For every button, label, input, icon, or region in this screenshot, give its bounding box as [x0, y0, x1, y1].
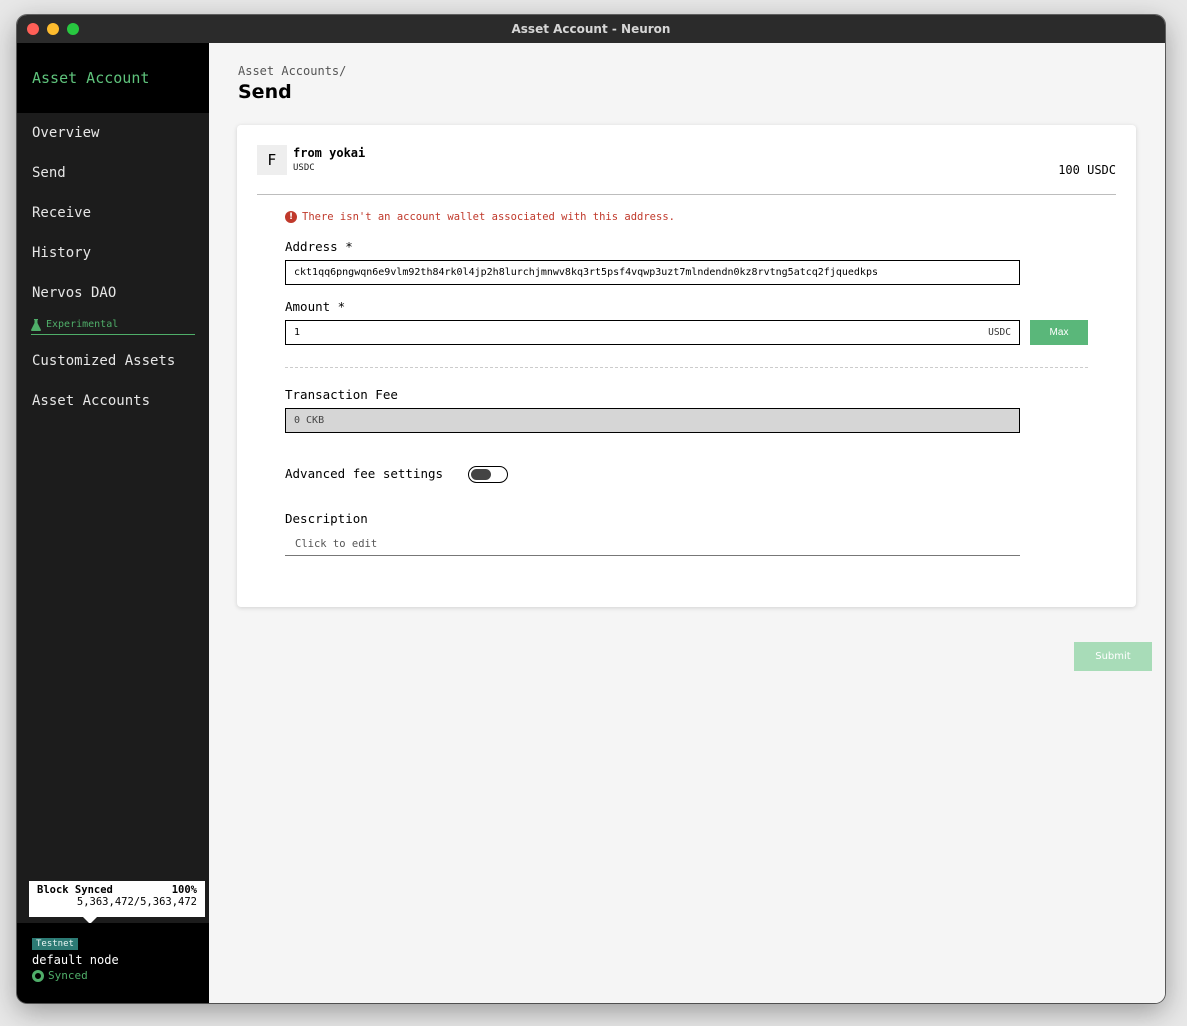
flask-icon — [31, 318, 41, 331]
address-field-wrapper — [285, 260, 1020, 285]
address-error: ! There isn't an account wallet associat… — [285, 211, 675, 223]
account-header: F from yokai USDC 100 USDC — [257, 145, 1116, 195]
synced-icon — [32, 969, 44, 982]
main-content: Asset Accounts/ Send F from yokai USDC 1… — [209, 43, 1165, 1003]
account-balance: 100 USDC — [1058, 163, 1116, 177]
fee-label: Transaction Fee — [285, 387, 398, 402]
sidebar: Asset Account Overview Send Receive Hist… — [17, 43, 209, 1003]
sidebar-item-receive[interactable]: Receive — [17, 193, 209, 233]
address-input[interactable] — [294, 267, 1011, 278]
address-label: Address * — [285, 239, 353, 254]
transaction-fee-field: 0 CKB — [285, 408, 1020, 433]
sidebar-item-send[interactable]: Send — [17, 153, 209, 193]
amount-input[interactable] — [294, 327, 983, 338]
page-title: Send — [238, 81, 292, 103]
amount-label: Amount * — [285, 299, 346, 314]
max-button[interactable]: Max — [1030, 320, 1088, 345]
avatar: F — [257, 145, 287, 175]
account-name: from yokai — [293, 146, 366, 160]
account-token: USDC — [293, 163, 315, 173]
sync-status-label: Synced — [48, 969, 88, 982]
amount-unit: USDC — [988, 327, 1011, 338]
sidebar-item-asset-accounts[interactable]: Asset Accounts — [17, 381, 209, 421]
sync-percent: 100% — [171, 884, 197, 896]
sidebar-item-customized-assets[interactable]: Customized Assets — [17, 341, 209, 381]
experimental-divider: Experimental — [31, 315, 195, 335]
description-input[interactable]: Click to edit — [285, 533, 1020, 556]
send-form-card: F from yokai USDC 100 USDC ! There isn't… — [237, 125, 1136, 607]
error-icon: ! — [285, 211, 297, 223]
sidebar-item-overview[interactable]: Overview — [17, 113, 209, 153]
sync-title: Block Synced — [37, 884, 113, 896]
window-controls — [27, 23, 79, 35]
sidebar-item-history[interactable]: History — [17, 233, 209, 273]
minimize-window-button[interactable] — [47, 23, 59, 35]
maximize-window-button[interactable] — [67, 23, 79, 35]
toggle-knob — [471, 469, 491, 480]
dashed-divider — [285, 367, 1088, 368]
sync-status: Synced — [32, 969, 194, 982]
app-window: Asset Account - Neuron Asset Account Ove… — [17, 15, 1165, 1003]
breadcrumb[interactable]: Asset Accounts/ — [238, 64, 346, 78]
sync-tooltip: Block Synced 100% 5,363,472/5,363,472 — [29, 881, 205, 924]
submit-button[interactable]: Submit — [1074, 642, 1152, 671]
advanced-fee-label: Advanced fee settings — [285, 466, 444, 481]
advanced-fee-toggle[interactable] — [468, 466, 508, 483]
sidebar-item-nervos-dao[interactable]: Nervos DAO — [17, 273, 209, 313]
experimental-label: Experimental — [46, 319, 119, 330]
sidebar-header: Asset Account — [17, 43, 209, 113]
node-name: default node — [32, 953, 119, 967]
network-status[interactable]: Testnet default node Synced — [17, 923, 209, 1003]
network-badge: Testnet — [32, 938, 78, 950]
window-title: Asset Account - Neuron — [511, 22, 671, 36]
error-message: There isn't an account wallet associated… — [302, 211, 675, 223]
amount-field-wrapper: USDC — [285, 320, 1020, 345]
description-label: Description — [285, 511, 368, 526]
sync-blocks: 5,363,472/5,363,472 — [76, 896, 197, 908]
title-bar: Asset Account - Neuron — [17, 15, 1165, 43]
close-window-button[interactable] — [27, 23, 39, 35]
